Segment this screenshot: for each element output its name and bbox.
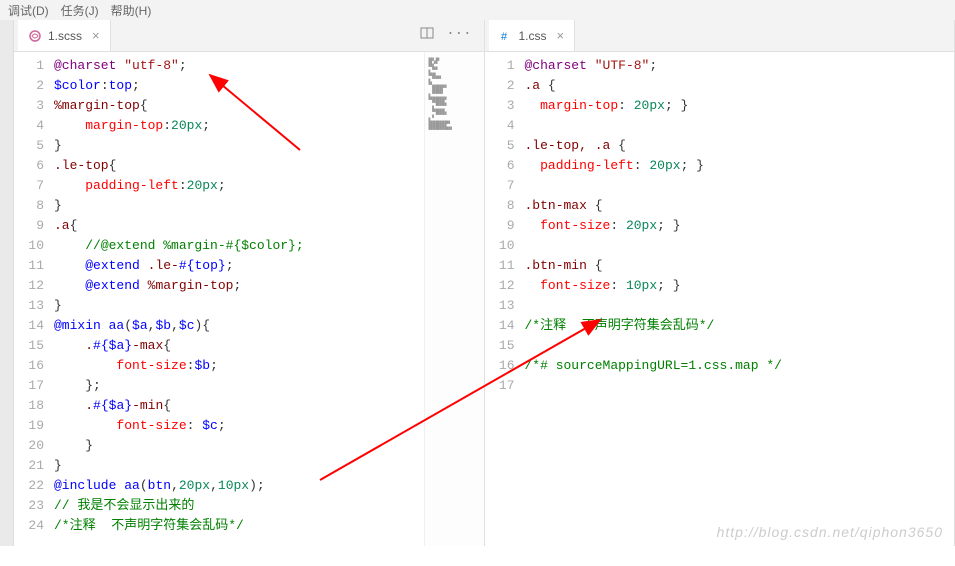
minimap-content: ███ ██ ██ ██ ███ ███ █ ████ █████ █ ██ █…	[429, 58, 452, 130]
code-line[interactable]: /*# sourceMappingURL=1.css.map */	[525, 356, 955, 376]
code-line[interactable]: @mixin aa($a,$b,$c){	[54, 316, 424, 336]
menu-help[interactable]: 帮助(H)	[111, 2, 152, 19]
minimap[interactable]: ███ ██ ██ ██ ███ ███ █ ████ █████ █ ██ █…	[424, 52, 484, 546]
code-line[interactable]: font-size: 20px; }	[525, 216, 955, 236]
code-line[interactable]: font-size: $c;	[54, 416, 424, 436]
code-line[interactable]: .btn-max {	[525, 196, 955, 216]
css-file-icon: #	[499, 29, 513, 43]
code-content[interactable]: @charset "utf-8";$color:top;%margin-top{…	[54, 52, 424, 546]
code-line[interactable]	[525, 176, 955, 196]
editor-pane-left: 1.scss × ··· 123456789101112131415161718…	[14, 20, 485, 546]
code-line[interactable]: @charset "utf-8";	[54, 56, 424, 76]
activity-bar-stub	[0, 20, 14, 546]
code-line[interactable]	[525, 336, 955, 356]
tab-scss[interactable]: 1.scss ×	[18, 20, 111, 51]
tab-css[interactable]: # 1.css ×	[489, 20, 576, 51]
code-line[interactable]: //@extend %margin-#{$color};	[54, 236, 424, 256]
line-gutter: 123456789101112131415161718192021222324	[14, 52, 54, 546]
code-line[interactable]	[525, 116, 955, 136]
code-line[interactable]: margin-top: 20px; }	[525, 96, 955, 116]
code-line[interactable]: }	[54, 136, 424, 156]
code-line[interactable]: .a{	[54, 216, 424, 236]
code-line[interactable]: .le-top{	[54, 156, 424, 176]
code-line[interactable]: @extend .le-#{top};	[54, 256, 424, 276]
app-root: 调试(D) 任务(J) 帮助(H) 1.scss × ···	[0, 0, 955, 546]
code-content[interactable]: @charset "UTF-8";.a { margin-top: 20px; …	[525, 52, 955, 546]
code-line[interactable]: padding-left:20px;	[54, 176, 424, 196]
code-line[interactable]: .a {	[525, 76, 955, 96]
code-line[interactable]	[525, 236, 955, 256]
close-icon[interactable]: ×	[92, 28, 100, 43]
code-line[interactable]: // 我是不会显示出来的	[54, 496, 424, 516]
menu-tasks[interactable]: 任务(J)	[61, 2, 99, 19]
close-icon[interactable]: ×	[557, 28, 565, 43]
split-editor-icon[interactable]	[420, 26, 434, 45]
code-line[interactable]	[525, 376, 955, 396]
code-line[interactable]	[525, 296, 955, 316]
code-line[interactable]: /*注释 不声明字符集会乱码*/	[525, 316, 955, 336]
code-line[interactable]: margin-top:20px;	[54, 116, 424, 136]
tab-scss-label: 1.scss	[48, 29, 82, 43]
code-line[interactable]: }	[54, 456, 424, 476]
code-line[interactable]: .#{$a}-max{	[54, 336, 424, 356]
code-line[interactable]: $color:top;	[54, 76, 424, 96]
editor-body-right[interactable]: 1234567891011121314151617 @charset "UTF-…	[485, 52, 955, 546]
code-line[interactable]: }	[54, 296, 424, 316]
menubar: 调试(D) 任务(J) 帮助(H)	[0, 0, 955, 20]
tabbar-left: 1.scss × ···	[14, 20, 484, 52]
editor-body-left[interactable]: 123456789101112131415161718192021222324 …	[14, 52, 484, 546]
editor-area: 1.scss × ··· 123456789101112131415161718…	[0, 20, 955, 546]
code-line[interactable]: %margin-top{	[54, 96, 424, 116]
code-line[interactable]: }	[54, 196, 424, 216]
tabbar-right: # 1.css ×	[485, 20, 955, 52]
svg-text:#: #	[501, 31, 508, 43]
code-line[interactable]: padding-left: 20px; }	[525, 156, 955, 176]
code-line[interactable]: font-size:$b;	[54, 356, 424, 376]
code-line[interactable]: @include aa(btn,20px,10px);	[54, 476, 424, 496]
watermark: http://blog.csdn.net/qiphon3650	[717, 524, 943, 540]
code-line[interactable]: @charset "UTF-8";	[525, 56, 955, 76]
scss-file-icon	[28, 29, 42, 43]
code-line[interactable]: .btn-min {	[525, 256, 955, 276]
menu-debug[interactable]: 调试(D)	[8, 2, 49, 19]
code-line[interactable]: @extend %margin-top;	[54, 276, 424, 296]
code-line[interactable]: /*注释 不声明字符集会乱码*/	[54, 516, 424, 536]
code-line[interactable]: }	[54, 436, 424, 456]
code-line[interactable]: };	[54, 376, 424, 396]
tab-actions-left: ···	[420, 26, 483, 45]
code-line[interactable]: .#{$a}-min{	[54, 396, 424, 416]
code-line[interactable]: font-size: 10px; }	[525, 276, 955, 296]
editor-pane-right: # 1.css × 1234567891011121314151617 @cha…	[485, 20, 955, 546]
code-line[interactable]: .le-top, .a {	[525, 136, 955, 156]
more-actions-icon[interactable]: ···	[446, 26, 471, 45]
tab-css-label: 1.css	[519, 29, 547, 43]
line-gutter: 1234567891011121314151617	[485, 52, 525, 546]
